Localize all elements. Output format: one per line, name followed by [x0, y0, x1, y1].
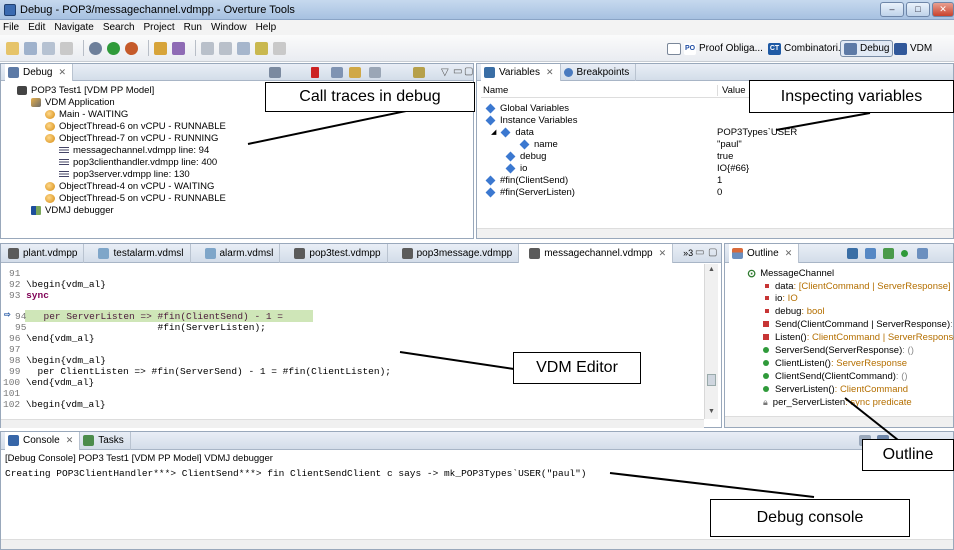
callout-line-outline [844, 397, 899, 441]
callout-debug-console: Debug console [710, 499, 910, 537]
callout-inspecting-variables: Inspecting variables [749, 80, 954, 113]
callout-vdm-editor: VDM Editor [513, 352, 641, 384]
callout-line-editor [399, 351, 515, 370]
callout-outline: Outline [862, 439, 954, 471]
callout-call-traces: Call traces in debug [265, 82, 475, 112]
callout-line-console [609, 472, 815, 498]
callout-line-variables [775, 112, 871, 131]
